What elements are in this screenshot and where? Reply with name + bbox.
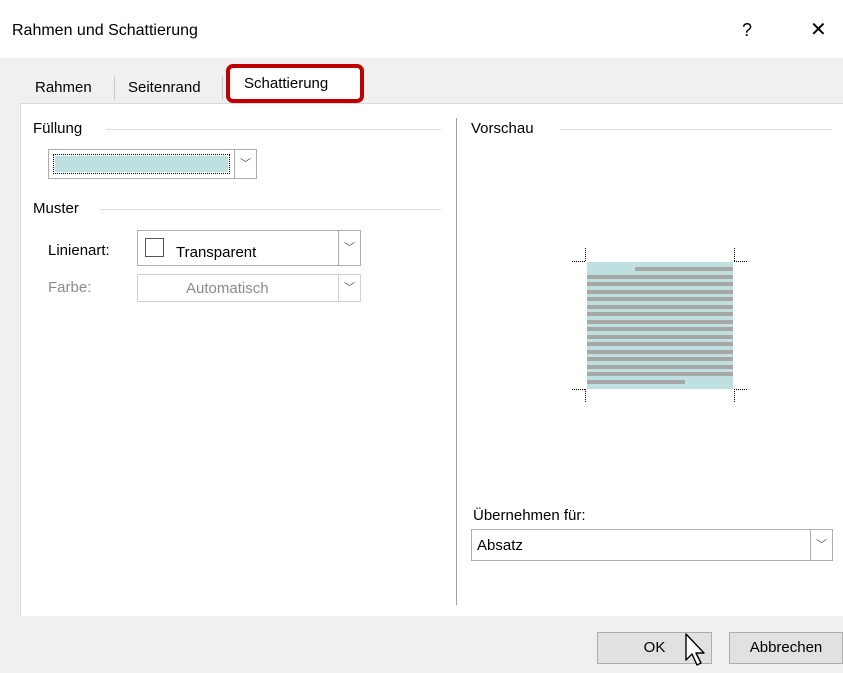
preview-text-line xyxy=(587,319,733,324)
pattern-color-select[interactable]: Automatisch ﹀ xyxy=(137,274,361,302)
line-style-select[interactable]: Transparent ﹀ xyxy=(137,230,361,266)
corner-mark xyxy=(572,261,585,262)
preview-text-line xyxy=(587,327,733,331)
preview-text-line xyxy=(587,304,733,309)
title-bar: Rahmen und Schattierung ? ✕ xyxy=(0,0,843,58)
fill-group-label: Füllung xyxy=(33,120,83,137)
pattern-group-divider xyxy=(100,209,441,210)
corner-mark xyxy=(734,248,735,261)
corner-mark xyxy=(734,389,735,402)
tab-schattierung[interactable]: Schattierung xyxy=(226,64,364,103)
pattern-group-label: Muster xyxy=(33,200,79,217)
color-label: Farbe: xyxy=(48,279,92,296)
apply-to-select[interactable]: Absatz ﹀ xyxy=(471,529,833,561)
line-style-swatch xyxy=(145,238,164,257)
preview-text-line xyxy=(587,289,733,294)
tab-rahmen-label: Rahmen xyxy=(35,79,92,96)
chevron-down-icon[interactable]: ﹀ xyxy=(234,150,256,178)
mouse-pointer-icon xyxy=(685,633,705,666)
chevron-down-icon[interactable]: ﹀ xyxy=(338,275,360,301)
help-icon[interactable]: ? xyxy=(742,20,752,40)
preview-text-line xyxy=(587,342,733,346)
corner-mark xyxy=(572,389,585,390)
line-style-label: Linienart: xyxy=(48,242,110,259)
preview-text-line xyxy=(587,312,733,316)
tab-seitenrand-label: Seitenrand xyxy=(128,79,201,96)
apply-to-label: Übernehmen für: xyxy=(473,507,586,524)
fill-color-swatch xyxy=(55,156,228,172)
corner-mark xyxy=(585,248,586,261)
fill-group-divider xyxy=(106,129,441,130)
preview-label: Vorschau xyxy=(471,120,534,137)
preview-text-line xyxy=(635,267,733,271)
fill-color-focus xyxy=(53,154,230,174)
tab-separator xyxy=(222,76,223,100)
chevron-down-icon[interactable]: ﹀ xyxy=(810,530,832,560)
panel-divider xyxy=(456,118,457,605)
window-title: Rahmen und Schattierung xyxy=(12,22,198,39)
pattern-color-value: Automatisch xyxy=(186,280,269,297)
tab-separator xyxy=(114,76,115,100)
preview-area xyxy=(570,248,750,408)
corner-mark xyxy=(734,261,747,262)
preview-divider xyxy=(560,129,832,130)
cancel-button[interactable]: Abbrechen xyxy=(729,632,843,664)
preview-text-line xyxy=(587,297,733,301)
preview-text-line xyxy=(587,274,733,279)
preview-text-line xyxy=(587,364,733,369)
preview-text-line xyxy=(587,372,733,376)
tab-rahmen[interactable]: Rahmen xyxy=(35,72,92,103)
preview-text-line xyxy=(587,379,685,384)
tab-seitenrand[interactable]: Seitenrand xyxy=(128,72,201,103)
line-style-value: Transparent xyxy=(176,244,257,261)
corner-mark xyxy=(734,389,747,390)
ok-label: OK xyxy=(643,639,666,656)
fill-color-picker[interactable]: ﹀ xyxy=(48,149,257,179)
preview-text-line xyxy=(587,357,733,361)
preview-text-line xyxy=(587,349,733,354)
corner-mark xyxy=(585,389,586,402)
cancel-label: Abbrechen xyxy=(749,639,823,656)
preview-text-line xyxy=(587,334,733,339)
chevron-down-icon[interactable]: ﹀ xyxy=(338,231,360,265)
tab-schattierung-label: Schattierung xyxy=(244,75,329,92)
preview-text-line xyxy=(587,282,733,286)
close-icon[interactable]: ✕ xyxy=(810,20,827,40)
apply-to-value: Absatz xyxy=(477,537,523,554)
dialog: Rahmen und Schattierung ? ✕ Rahmen Seite… xyxy=(0,0,843,673)
preview-paragraph xyxy=(587,262,733,389)
